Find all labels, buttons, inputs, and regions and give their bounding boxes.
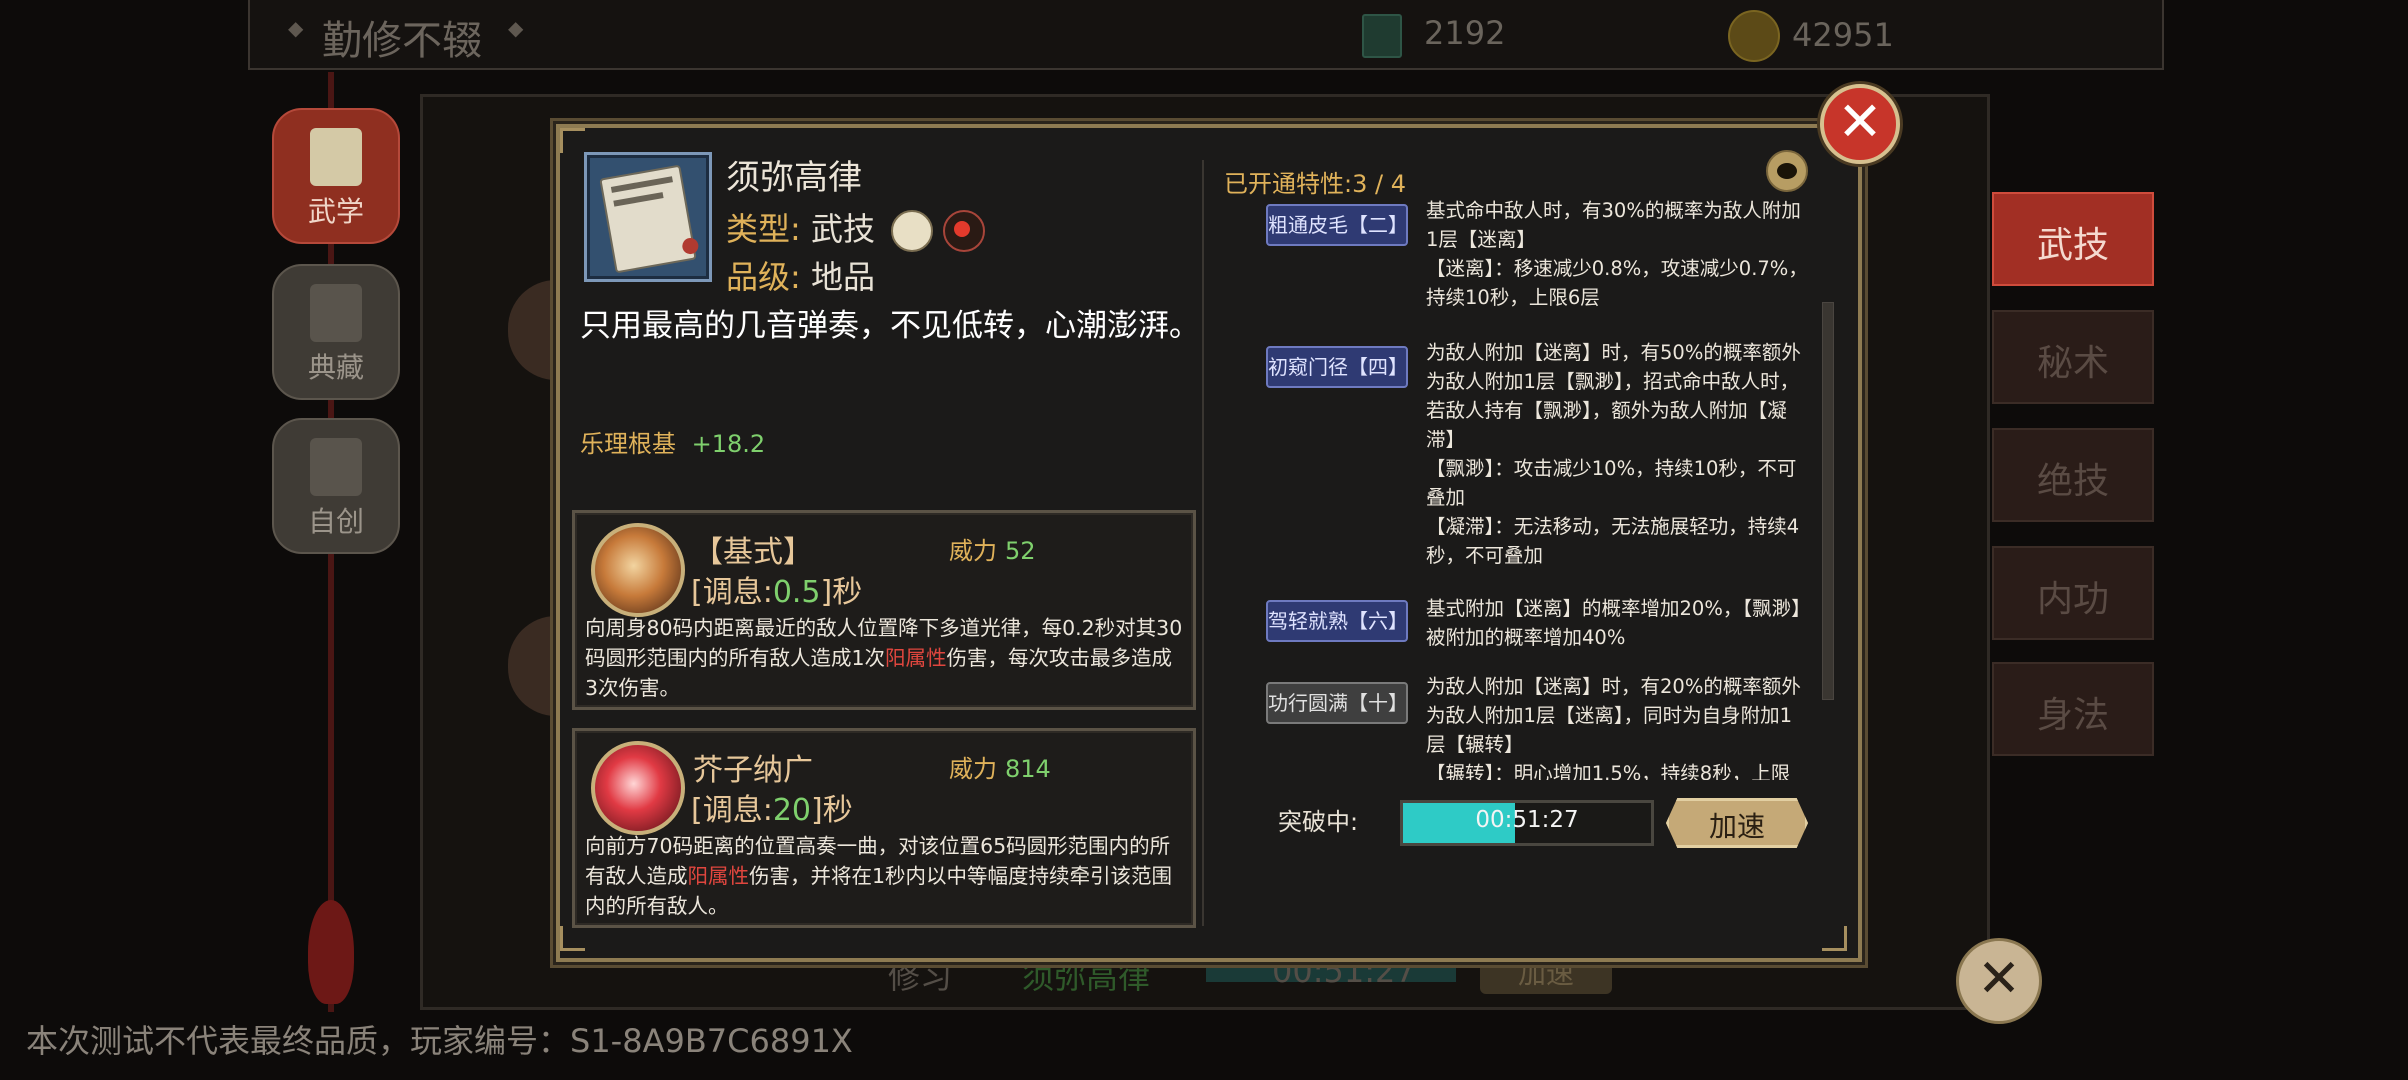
item-book-icon bbox=[584, 152, 712, 282]
title-ornament-right: ◆ bbox=[508, 16, 524, 40]
grade-label: 品级: bbox=[726, 258, 801, 296]
tab-label: 身法 bbox=[2036, 695, 2109, 736]
eye-icon[interactable] bbox=[1766, 150, 1808, 192]
tab-label: 秘术 bbox=[2036, 343, 2109, 384]
cd-prefix: [调息: bbox=[691, 575, 773, 610]
coin-count: 42951 bbox=[1792, 16, 1894, 54]
grade-value: 地品 bbox=[810, 258, 875, 296]
test-watermark: 本次测试不代表最终品质，玩家编号：S1-8A9B7C6891X bbox=[26, 1022, 853, 1060]
corner-ornament bbox=[560, 128, 585, 153]
skill-card-mustard: 芥子纳广 威力 814 [调息:20]秒 向前方70码距离的位置高奏一曲，对该位置… bbox=[572, 728, 1196, 928]
breakthrough-label: 突破中: bbox=[1278, 808, 1359, 836]
skill-description: 向周身80码内距离最近的敌人位置降下多道光律，每0.2秒对其30码圆形范围内的所… bbox=[585, 613, 1183, 703]
title-ornament-left: ◆ bbox=[288, 16, 304, 40]
tab-mishu[interactable]: 秘术 bbox=[1992, 310, 2154, 404]
speed-up-label: 加速 bbox=[1708, 810, 1765, 843]
tab-neigong[interactable]: 内功 bbox=[1992, 546, 2154, 640]
skill-description: 向前方70码距离的位置高奏一曲，对该位置65码圆形范围内的所有敌人造成阳属性伤害… bbox=[585, 831, 1183, 921]
scrollbar-thumb[interactable] bbox=[1822, 302, 1834, 700]
stat-row: 乐理根基 +18.2 bbox=[580, 424, 765, 459]
item-type-row: 类型: 武技 bbox=[726, 204, 986, 252]
tab-label: 武技 bbox=[2036, 225, 2109, 266]
power-label: 威力 bbox=[949, 755, 997, 783]
stat-value: +18.2 bbox=[691, 430, 766, 458]
item-description: 只用最高的几音弹奏，不见低转，心潮澎湃。 bbox=[580, 308, 1200, 344]
skill-card-base: 【基式】 威力 52 [调息:0.5]秒 向周身80码内距离最近的敌人位置降下多道… bbox=[572, 510, 1196, 710]
tassel-ornament bbox=[308, 900, 354, 1004]
book-icon bbox=[1362, 14, 1402, 58]
close-icon: ✕ bbox=[1837, 90, 1883, 153]
brush-icon bbox=[891, 210, 934, 252]
side-tab-label: 典藏 bbox=[307, 351, 364, 384]
stat-label: 乐理根基 bbox=[580, 430, 676, 458]
power-label: 威力 bbox=[949, 537, 997, 565]
tab-jueji[interactable]: 绝技 bbox=[1992, 428, 2154, 522]
type-label: 类型: bbox=[726, 210, 801, 248]
tab-label: 内功 bbox=[2036, 579, 2109, 620]
corner-ornament bbox=[1822, 926, 1847, 951]
skill-light-icon bbox=[591, 523, 685, 617]
trait-description: 基式命中敌人时，有30%的概率为敌人附加1层【迷离】 【迷离】：移速减少0.8%… bbox=[1426, 199, 1808, 309]
skill-power: 威力 52 bbox=[949, 531, 1036, 566]
traits-header: 已开通特性:3 / 4 bbox=[1224, 170, 1406, 198]
power-value: 814 bbox=[1005, 755, 1051, 783]
breakthrough-timer: 00:51:27 bbox=[1475, 807, 1579, 833]
power-value: 52 bbox=[1005, 537, 1036, 565]
side-tab-label: 武学 bbox=[307, 195, 364, 228]
sun-attribute-icon bbox=[943, 210, 986, 252]
corner-ornament bbox=[560, 926, 585, 951]
skill-cooldown: [调息:20]秒 bbox=[691, 785, 853, 829]
cd-value: 20 bbox=[772, 793, 811, 828]
side-tab-label: 自创 bbox=[307, 505, 364, 538]
trait-description: 为敌人附加【迷离】时，有50%的概率额外为敌人附加1层【飘渺】，招式命中敌人时，… bbox=[1426, 341, 1801, 567]
coin-icon bbox=[1728, 10, 1780, 62]
close-icon: ✕ bbox=[1977, 949, 2021, 1009]
trait-level-badge: 粗通皮毛【二】 bbox=[1266, 204, 1408, 246]
cd-value: 0.5 bbox=[772, 575, 821, 610]
books-icon bbox=[310, 284, 362, 342]
tab-wuji[interactable]: 武技 bbox=[1992, 192, 2154, 286]
tab-label: 绝技 bbox=[2036, 461, 2109, 502]
scroll-icon bbox=[310, 128, 362, 186]
book-count: 2192 bbox=[1424, 14, 1506, 52]
cd-prefix: [调息: bbox=[691, 793, 773, 828]
skill-name: 【基式】 bbox=[693, 535, 813, 570]
skill-description-attribute: 阳属性 bbox=[687, 864, 750, 888]
item-name: 须弥高律 bbox=[726, 158, 862, 198]
page-title: 勤修不辍 bbox=[322, 18, 482, 64]
skill-cooldown: [调息:0.5]秒 bbox=[691, 567, 862, 611]
column-divider bbox=[1202, 160, 1204, 926]
trait-level-badge: 驾轻就熟【六】 bbox=[1266, 600, 1408, 642]
breakthrough-progress-bar: 00:51:27 bbox=[1400, 800, 1654, 846]
speed-up-button[interactable]: 加速 bbox=[1666, 798, 1808, 848]
trait-description: 基式附加【迷离】的概率增加20%，【飘渺】被附加的概率增加40% bbox=[1426, 597, 1801, 649]
cd-suffix: ]秒 bbox=[820, 575, 863, 610]
skill-burst-icon bbox=[591, 741, 685, 835]
brush-icon bbox=[310, 438, 362, 496]
trait-level-badge: 初窥门径【四】 bbox=[1266, 346, 1408, 388]
cd-suffix: ]秒 bbox=[811, 793, 853, 828]
item-grade-row: 品级: 地品 bbox=[726, 252, 875, 298]
close-dialog-button[interactable]: ✕ bbox=[1820, 84, 1900, 164]
type-value: 武技 bbox=[810, 210, 875, 248]
skill-description-attribute: 阳属性 bbox=[885, 646, 947, 670]
trait-level-badge-locked: 功行圆满【十】 bbox=[1266, 682, 1408, 724]
skill-name: 芥子纳广 bbox=[693, 753, 813, 788]
skill-power: 威力 814 bbox=[949, 749, 1051, 784]
tab-shenfa[interactable]: 身法 bbox=[1992, 662, 2154, 756]
side-tab-create[interactable]: 自创 bbox=[272, 418, 400, 554]
side-tab-martial[interactable]: 武学 bbox=[272, 108, 400, 244]
close-panel-button[interactable]: ✕ bbox=[1956, 938, 2042, 1024]
trait-description: 为敌人附加【迷离】时，有20%的概率额外为敌人附加1层【迷离】，同时为自身附加1… bbox=[1426, 675, 1801, 780]
trait-list[interactable]: 粗通皮毛【二】 基式命中敌人时，有30%的概率为敌人附加1层【迷离】 【迷离】：… bbox=[1264, 196, 1814, 780]
side-tab-collection[interactable]: 典藏 bbox=[272, 264, 400, 400]
